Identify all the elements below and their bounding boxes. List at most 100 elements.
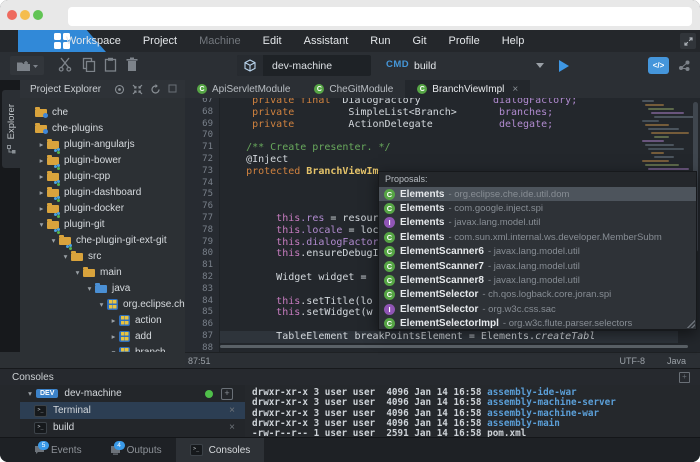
add-terminal-button[interactable]: + [221,388,233,400]
tree-item-src[interactable]: ▾src [20,248,185,264]
tree-item-che[interactable]: che [20,104,185,120]
proposal-item-elementscanner7[interactable]: CElementScanner7- javax.lang.model.util [379,259,696,273]
code-line[interactable]: TableElement breakPointsElement = Elemen… [222,331,595,343]
refresh-icon[interactable] [150,84,161,95]
chevron-down-icon[interactable]: ▾ [60,252,71,261]
paste-button[interactable] [104,57,117,72]
chevron-down-icon[interactable]: ▾ [96,300,107,309]
tree-item-plugin-bower[interactable]: ▸plugin-bower [20,152,185,168]
menu-item-profile[interactable]: Profile [449,35,480,47]
tree-item-plugin-dashboard[interactable]: ▸plugin-dashboard [20,184,185,200]
proposal-item-elements[interactable]: IElements- javax.lang.model.util [379,216,696,230]
delete-button[interactable] [126,57,138,72]
proposal-item-elementselectorimpl[interactable]: CElementSelectorImpl- org.w3c.flute.pars… [379,317,696,330]
tree-item-che-plugins[interactable]: che-plugins [20,120,185,136]
code-line[interactable]: @Inject [222,154,288,166]
run-command-button[interactable] [553,57,573,75]
proposal-item-elementselector[interactable]: CElementSelector- ch.qos.logback.core.jo… [379,288,696,302]
process-row-build[interactable]: >_build× [20,419,245,436]
code-line[interactable]: private ActionDelegate delegate; [222,119,553,131]
close-window-button[interactable] [7,10,17,20]
cut-button[interactable] [58,57,72,72]
add-console-icon[interactable]: + [679,372,690,383]
code-line[interactable]: this.locale = loc [222,225,379,237]
bottom-tab-events[interactable]: Events5 [20,438,96,462]
chevron-down-icon[interactable]: ▾ [84,284,95,293]
proposal-item-elementselector[interactable]: IElementSelector- org.w3c.css.sac [379,302,696,316]
explorer-vertical-tab[interactable]: Explorer [2,90,20,168]
tree-item-plugin-docker[interactable]: ▸plugin-docker [20,200,185,216]
bottom-tab-consoles[interactable]: >_Consoles [176,438,265,462]
zoom-window-button[interactable] [33,10,43,20]
code-line[interactable]: private SimpleList<Branch> branches; [222,107,553,119]
chevron-down-icon[interactable]: ▾ [36,220,47,229]
menu-item-run[interactable]: Run [370,35,390,47]
fullscreen-toggle-button[interactable] [680,33,696,49]
copy-button[interactable] [82,57,96,72]
close-process-icon[interactable]: × [229,422,235,433]
tree-item-main[interactable]: ▾main [20,264,185,280]
proposal-item-elements[interactable]: CElements- com.sun.xml.internal.ws.devel… [379,230,696,244]
proposal-item-elementscanner6[interactable]: CElementScanner6- javax.lang.model.util [379,245,696,259]
new-project-button[interactable] [10,56,44,75]
chevron-right-icon[interactable]: ▸ [36,188,47,197]
minimize-panel-icon[interactable] [168,84,177,93]
editor-tab-chegitmodule[interactable]: CCheGitModule [302,80,405,98]
proposal-item-elementscanner8[interactable]: CElementScanner8- javax.lang.model.util [379,273,696,287]
code-line[interactable]: this.res = resour [222,213,379,225]
chevron-down-icon[interactable]: ▾ [48,236,59,245]
minimize-window-button[interactable] [20,10,30,20]
proposal-item-elements[interactable]: CElements- org.eclipse.che.ide.util.dom [379,187,696,201]
chevron-right-icon[interactable]: ▸ [36,172,47,181]
machine-selector[interactable]: dev-machine [237,55,371,76]
menu-item-assistant[interactable]: Assistant [304,35,349,47]
menu-item-help[interactable]: Help [502,35,525,47]
tree-item-org.eclipse.che[interactable]: ▾org.eclipse.che [20,296,185,312]
collapse-all-icon[interactable] [132,84,143,95]
menu-item-edit[interactable]: Edit [263,35,282,47]
menu-item-project[interactable]: Project [143,35,177,47]
bottom-tab-outputs[interactable]: Outputs4 [96,438,176,462]
line-number: 83 [202,284,213,296]
link-with-editor-icon[interactable] [114,84,125,95]
minimap-line [645,124,669,126]
code-line[interactable]: Widget widget = [222,272,373,284]
code-line[interactable]: this.setTitle(lo [222,296,373,308]
code-line[interactable]: this.dialogFactor [222,237,379,249]
chevron-right-icon[interactable]: ▸ [108,332,119,341]
command-selector[interactable]: build [414,55,544,76]
code-line[interactable]: this.setWidget(w [222,307,373,319]
menu-item-git[interactable]: Git [412,35,426,47]
tree-item-plugin-angularjs[interactable]: ▸plugin-angularjs [20,136,185,152]
close-tab-icon[interactable]: × [512,84,518,95]
process-row-terminal[interactable]: >_Terminal× [20,402,245,419]
tree-item-che-plugin-git-ext-git[interactable]: ▾che-plugin-git-ext-git [20,232,185,248]
editor-horizontal-scrollbar[interactable] [220,345,688,348]
browser-address-bar[interactable] [68,7,692,26]
machine-row[interactable]: ▾ DEV dev-machine + [20,385,245,402]
toggle-editor-button[interactable]: </> [648,57,669,74]
tree-item-plugin-git[interactable]: ▾plugin-git [20,216,185,232]
tree-item-java[interactable]: ▾java [20,280,185,296]
proposal-item-elements[interactable]: CElements- com.google.inject.spi [379,201,696,215]
tree-item-plugin-cpp[interactable]: ▸plugin-cpp [20,168,185,184]
chevron-right-icon[interactable]: ▸ [36,204,47,213]
close-process-icon[interactable]: × [229,405,235,416]
tree-item-add[interactable]: ▸add [20,328,185,344]
editor-tab-apiservletmodule[interactable]: CApiServletModule [185,80,302,98]
code-line[interactable]: /** Create presenter. */ [222,142,391,154]
code-line[interactable]: protected BranchViewIm [222,166,379,178]
chevron-down-icon[interactable]: ▾ [72,268,83,277]
terminal-icon: >_ [34,405,47,417]
code-line[interactable]: private final DialogFactory dialogFactor… [222,98,577,107]
code-token: @Inject [222,154,288,165]
chevron-right-icon[interactable]: ▸ [108,316,119,325]
menu-item-workspace[interactable]: Workspace [66,35,121,47]
chevron-right-icon[interactable]: ▸ [36,140,47,149]
editor-tab-branchviewimpl[interactable]: CBranchViewImpl× [405,80,530,98]
chevron-right-icon[interactable]: ▸ [36,156,47,165]
code-line[interactable]: this.ensureDebugI [222,248,379,260]
tree-item-action[interactable]: ▸action [20,312,185,328]
line-number: 87 [202,331,213,343]
share-button[interactable] [675,57,693,74]
